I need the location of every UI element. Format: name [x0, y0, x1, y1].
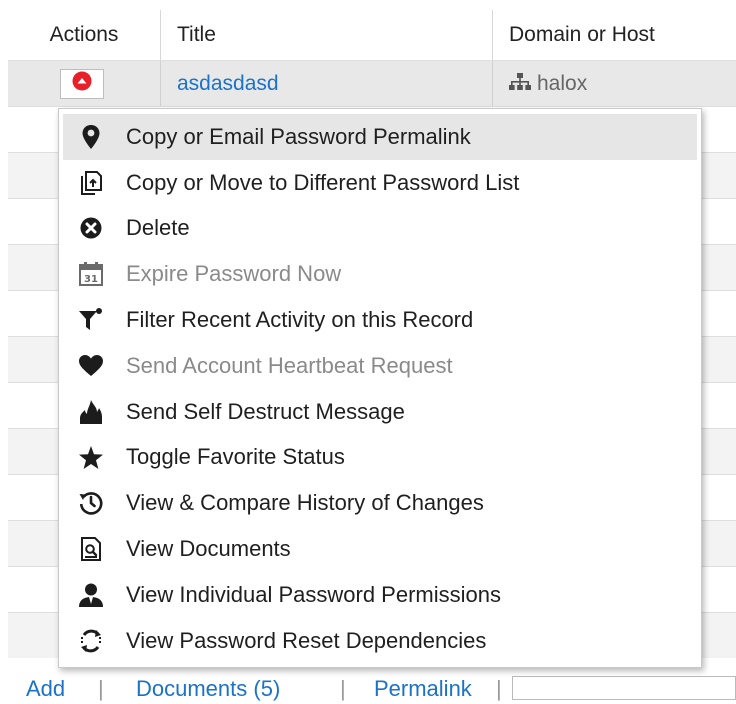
actions-cell	[8, 61, 160, 106]
domain-text: halox	[537, 72, 588, 95]
menu-item-documents[interactable]: View Documents	[63, 526, 697, 572]
column-header-title[interactable]: Title	[160, 10, 492, 60]
svg-text:31: 31	[84, 274, 98, 285]
menu-item-label: Toggle Favorite Status	[126, 444, 345, 470]
actions-dropdown-menu: Copy or Email Password Permalink Copy or…	[58, 108, 702, 668]
password-title-link[interactable]: asdasdasd	[177, 72, 279, 95]
map-marker-icon	[78, 124, 104, 150]
menu-item-history[interactable]: View & Compare History of Changes	[63, 480, 697, 526]
menu-item-reset-dependencies[interactable]: View Password Reset Dependencies	[63, 618, 697, 664]
menu-item-copy-email-permalink[interactable]: Copy or Email Password Permalink	[63, 114, 697, 160]
column-header-domain[interactable]: Domain or Host	[492, 10, 736, 60]
title-cell: asdasdasd	[160, 61, 492, 106]
separator: |	[98, 676, 104, 701]
menu-item-label: Expire Password Now	[126, 261, 342, 287]
menu-item-label: Send Self Destruct Message	[126, 398, 405, 424]
caret-up-circle-icon	[72, 62, 92, 107]
column-header-actions[interactable]: Actions	[8, 10, 160, 60]
footer-select[interactable]	[512, 676, 736, 700]
delete-circle-icon	[78, 215, 104, 241]
menu-item-label: Send Account Heartbeat Request	[126, 352, 453, 378]
domain-cell: halox	[492, 61, 736, 106]
star-icon	[78, 444, 104, 470]
filter-icon	[78, 307, 104, 333]
add-link[interactable]: Add	[26, 676, 65, 702]
menu-item-self-destruct[interactable]: Send Self Destruct Message	[63, 389, 697, 435]
sitemap-icon	[509, 62, 531, 107]
menu-item-label: Filter Recent Activity on this Record	[126, 307, 474, 333]
menu-item-label: View Documents	[126, 536, 291, 562]
menu-item-label: Copy or Move to Different Password List	[126, 169, 520, 195]
grid-header: Actions Title Domain or Host	[8, 10, 736, 60]
menu-item-expire-password[interactable]: 31 Expire Password Now	[63, 251, 697, 297]
separator: |	[340, 676, 346, 701]
history-icon	[78, 490, 104, 516]
menu-item-heartbeat[interactable]: Send Account Heartbeat Request	[63, 343, 697, 389]
menu-item-filter-activity[interactable]: Filter Recent Activity on this Record	[63, 297, 697, 343]
menu-item-permissions[interactable]: View Individual Password Permissions	[63, 572, 697, 618]
table-row-selected[interactable]: asdasdasd halox	[8, 60, 736, 106]
documents-link[interactable]: Documents (5)	[136, 676, 280, 702]
user-icon	[78, 582, 104, 608]
fire-icon	[78, 399, 104, 425]
actions-menu-button[interactable]	[60, 69, 104, 99]
menu-item-label: Delete	[126, 215, 190, 241]
menu-item-label: Copy or Email Password Permalink	[126, 123, 471, 149]
separator: |	[496, 676, 502, 701]
menu-item-copy-move-list[interactable]: Copy or Move to Different Password List	[63, 160, 697, 206]
menu-item-label: View Individual Password Permissions	[126, 581, 501, 607]
refresh-icon	[78, 628, 104, 654]
document-icon	[78, 536, 104, 562]
menu-item-delete[interactable]: Delete	[63, 206, 697, 252]
calendar-icon: 31	[78, 261, 104, 287]
menu-item-toggle-favorite[interactable]: Toggle Favorite Status	[63, 435, 697, 481]
copy-icon	[78, 170, 104, 196]
heart-icon	[78, 353, 104, 379]
menu-item-label: View Password Reset Dependencies	[126, 627, 487, 653]
permalink-link[interactable]: Permalink	[374, 676, 472, 702]
menu-item-label: View & Compare History of Changes	[126, 490, 484, 516]
